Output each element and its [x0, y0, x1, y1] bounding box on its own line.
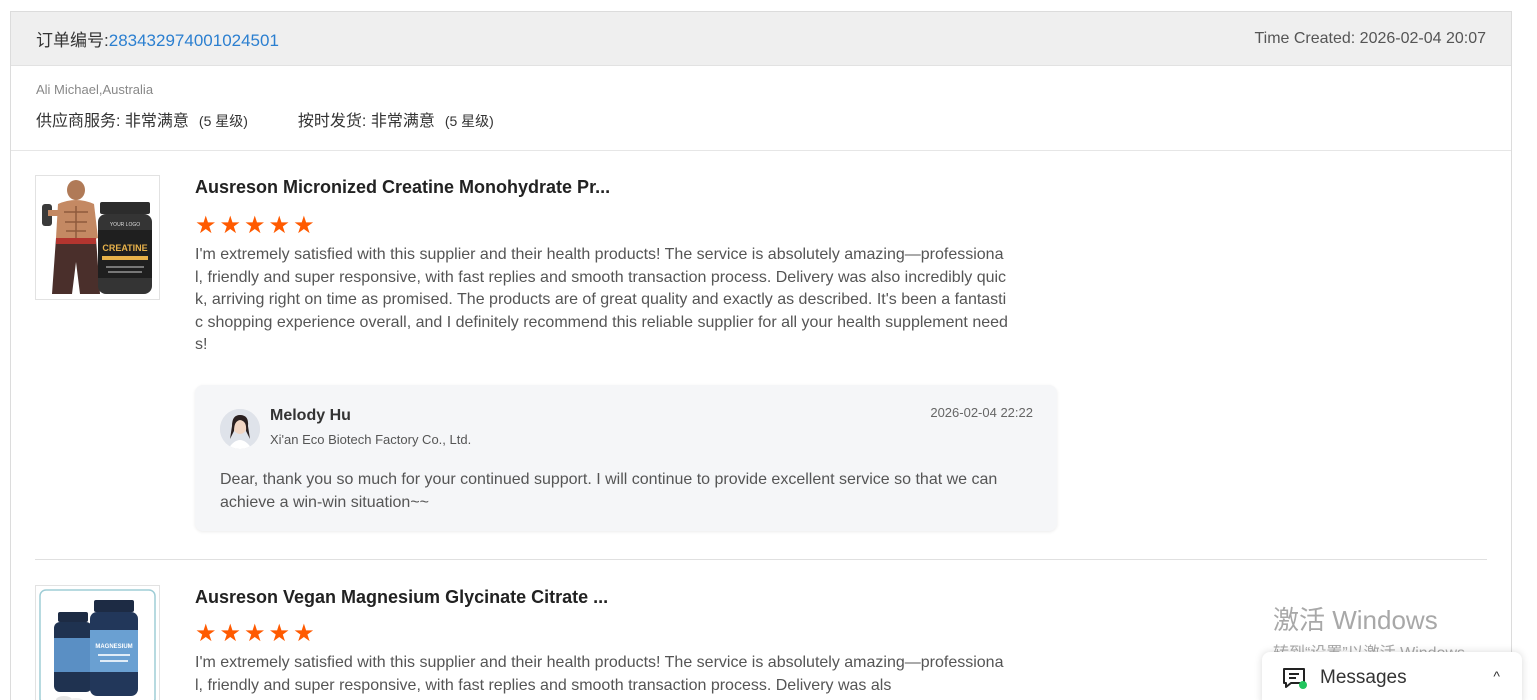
rating-value: 非常满意 — [370, 113, 435, 130]
chat-icon — [1282, 666, 1308, 690]
star-icon: ★ — [268, 212, 291, 239]
star-icon: ★ — [268, 620, 291, 647]
star-icon: ★ — [195, 212, 217, 239]
review-text: I'm extremely satisfied with this suppli… — [195, 246, 1008, 353]
reply-text: Dear, thank you so much for your continu… — [220, 471, 998, 511]
product-title[interactable]: Ausreson Micronized Creatine Monohydrate… — [195, 177, 1015, 198]
star-rating: ★ ★ ★ ★ ★ — [195, 622, 1015, 646]
star-icon: ★ — [219, 212, 242, 239]
review-text: I'm extremely satisfied with this suppli… — [195, 654, 1004, 694]
product-title[interactable]: Ausreson Vegan Magnesium Glycinate Citra… — [195, 587, 1015, 608]
review-body: Ausreson Vegan Magnesium Glycinate Citra… — [195, 585, 1015, 697]
star-icon: ★ — [219, 620, 242, 647]
supplier-reply: Melody Hu Xi'an Eco Biotech Factory Co.,… — [195, 385, 1057, 531]
product-thumbnail-creatine[interactable]: YOUR LOGO CREATINE — [35, 175, 160, 300]
reply-author-name: Melody Hu — [270, 407, 351, 424]
order-header: 订单编号:283432974001024501 Time Created: 20… — [11, 12, 1511, 66]
buyer-name: Ali Michael,Australia — [36, 82, 154, 97]
rating-level: (5 星级) — [198, 113, 248, 129]
star-rating: ★ ★ ★ ★ ★ — [195, 214, 1015, 238]
creatine-product-image: YOUR LOGO CREATINE — [36, 176, 159, 299]
review-body: Ausreson Micronized Creatine Monohydrate… — [195, 175, 1015, 357]
order-id: 订单编号:283432974001024501 — [36, 26, 279, 51]
star-icon: ★ — [195, 620, 217, 647]
star-icon: ★ — [244, 212, 266, 239]
user-avatar-icon — [220, 409, 260, 449]
messages-widget[interactable]: Messages ^ — [1262, 652, 1522, 700]
reply-company: Xi'an Eco Biotech Factory Co., Ltd. — [270, 432, 472, 447]
review-divider — [35, 559, 1487, 560]
messages-label: Messages — [1320, 667, 1407, 688]
rating-supplier-service: 供应商服务: 非常满意 (5 星级) — [36, 107, 248, 131]
svg-text:CREATINE: CREATINE — [102, 243, 147, 253]
reply-date: 2026-02-04 22:22 — [930, 405, 1033, 420]
svg-text:MAGNESIUM: MAGNESIUM — [95, 644, 132, 650]
rating-level: (5 星级) — [444, 113, 494, 129]
magnesium-product-image: MAGNESIUM — [36, 586, 159, 700]
buyer-section: Ali Michael,Australia 供应商服务: 非常满意 (5 星级) … — [11, 66, 1511, 151]
svg-text:YOUR LOGO: YOUR LOGO — [110, 222, 140, 228]
rating-value: 非常满意 — [124, 113, 189, 130]
watermark-title: 激活 Windows — [1273, 605, 1438, 635]
avatar — [220, 409, 260, 449]
rating-on-time-shipping: 按时发货: 非常满意 (5 星级) — [298, 107, 494, 131]
order-number-label: 订单编号: — [36, 31, 109, 50]
star-icon: ★ — [293, 212, 315, 239]
time-created: Time Created: 2026-02-04 20:07 — [1254, 29, 1486, 47]
rating-label: 按时发货: — [297, 113, 367, 130]
chevron-up-icon[interactable]: ^ — [1493, 668, 1500, 684]
star-icon: ★ — [293, 620, 315, 647]
supplier-ratings: 供应商服务: 非常满意 (5 星级) 按时发货: 非常满意 (5 星级) — [36, 107, 1486, 131]
product-thumbnail-magnesium[interactable]: MAGNESIUM — [35, 585, 160, 700]
order-number-link[interactable]: 283432974001024501 — [109, 31, 279, 50]
star-icon: ★ — [244, 620, 266, 647]
rating-label: 供应商服务: — [36, 113, 121, 130]
